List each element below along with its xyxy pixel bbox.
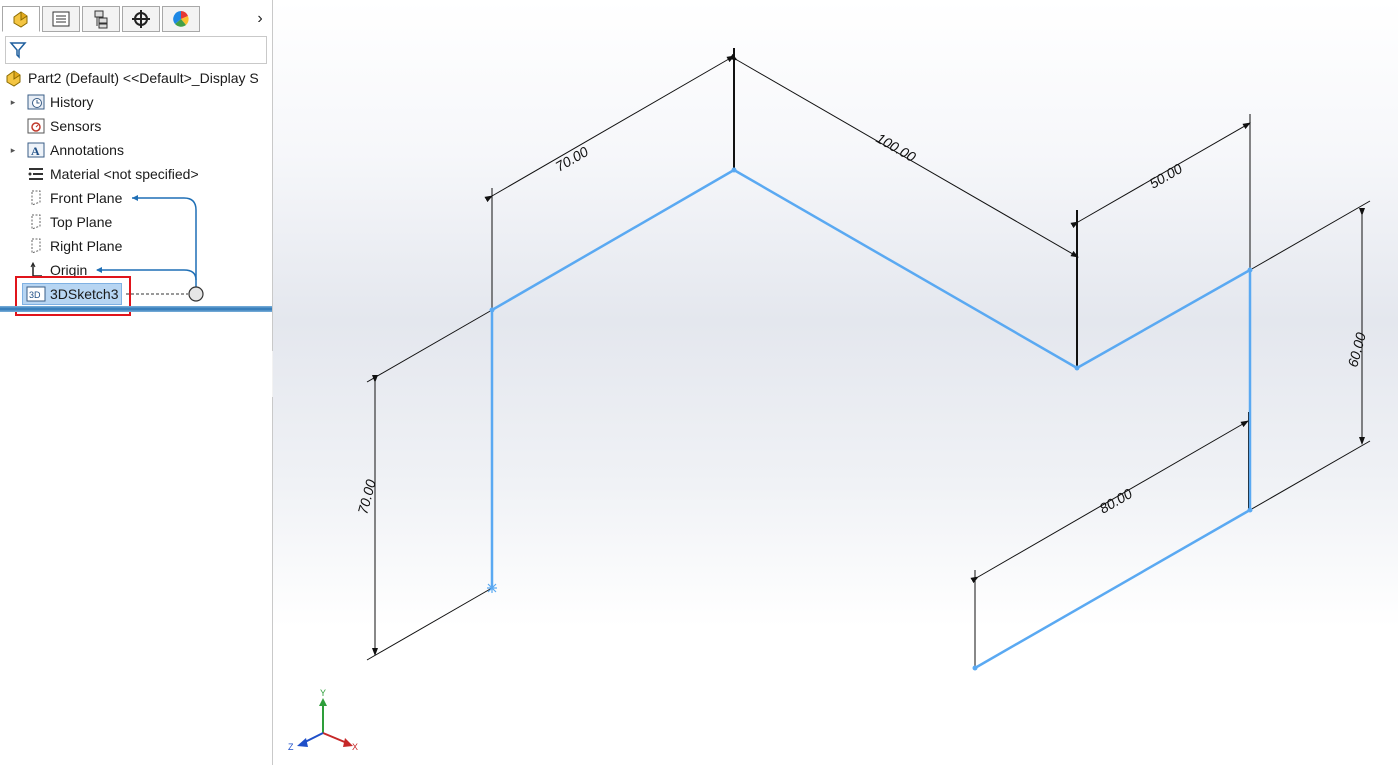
dimension-label-d4[interactable]: 60.00	[1344, 331, 1369, 369]
triad-z-arrow-icon	[297, 738, 308, 747]
dimension-graphics	[366, 48, 1371, 668]
sketch-origin-point-icon	[487, 583, 497, 593]
sketch-point	[731, 167, 737, 173]
arrow-head-icon	[96, 267, 102, 273]
extension-line	[1249, 440, 1371, 511]
triad-z-label: Z	[288, 742, 294, 752]
extension-line	[1249, 200, 1371, 271]
sketch-segment	[733, 168, 1078, 370]
triad-y-arrow-icon	[319, 698, 327, 706]
extension-line	[366, 309, 493, 383]
feature-manager-panel: › Part2 (Default) <<Default>_Display S ▸…	[0, 0, 273, 765]
sketch-point	[1074, 365, 1080, 371]
reference-triad: Y X Z	[288, 688, 358, 752]
3d-sketch-geometry	[490, 168, 1252, 670]
rollback-bar[interactable]	[0, 306, 272, 312]
sketch-segment	[491, 168, 735, 312]
arrow-head-icon	[132, 195, 138, 201]
sketch-point	[489, 307, 495, 313]
dimension-label-d2[interactable]: 100.00	[874, 130, 919, 165]
dimension-label-d5[interactable]: 80.00	[1097, 485, 1136, 516]
relation-node-circle	[188, 286, 204, 302]
dimension-line-d1	[484, 55, 735, 203]
sketch-point	[1247, 507, 1253, 513]
sketch-point	[1247, 267, 1253, 273]
sketch-canvas[interactable]: 70.00 100.00 50.00 60.00 80.00 70.00 Y X…	[273, 0, 1398, 765]
sketch-segment	[1076, 268, 1251, 370]
relation-arrow-front-plane	[132, 197, 197, 292]
extension-line	[366, 587, 493, 661]
triad-y-label: Y	[320, 688, 326, 698]
graphics-viewport[interactable]: 70.00 100.00 50.00 60.00 80.00 70.00 Y X…	[273, 0, 1398, 765]
sketch-segment	[974, 508, 1251, 670]
sketch-points	[487, 167, 1253, 671]
sketch-point	[972, 665, 978, 671]
triad-x-label: X	[352, 742, 358, 752]
dimension-label-d3[interactable]: 50.00	[1147, 160, 1186, 191]
dimension-label-d1[interactable]: 70.00	[553, 143, 592, 174]
parent-child-relation-arrows	[96, 195, 204, 302]
triad-x-axis	[322, 732, 348, 744]
